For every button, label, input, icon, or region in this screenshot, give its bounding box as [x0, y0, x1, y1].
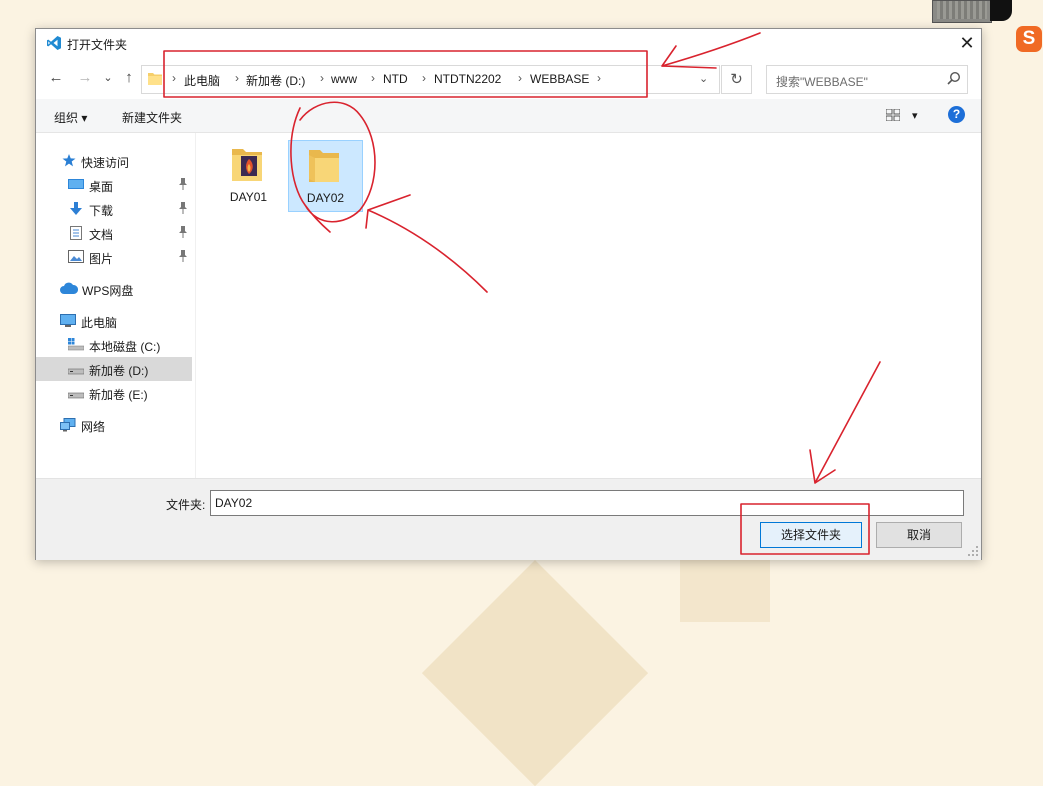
background-block — [680, 560, 770, 622]
download-icon — [70, 202, 82, 215]
sidebar-item-label: 本地磁盘 (C:) — [89, 340, 161, 354]
navigation-bar: ← → ⌄ ↑ › 此电脑 › 新加卷 (D:) › www › NTD › N… — [36, 62, 981, 96]
recent-locations-button[interactable]: ⌄ — [101, 68, 115, 88]
pin-icon[interactable] — [178, 178, 188, 190]
sidebar-item-downloads[interactable]: 下载 — [36, 197, 192, 221]
vscode-icon — [47, 36, 61, 50]
breadcrumb-separator[interactable]: › — [597, 71, 601, 85]
pictures-icon — [68, 250, 84, 263]
search-icon — [947, 71, 961, 85]
resize-grip-icon[interactable] — [967, 545, 979, 557]
search-box[interactable]: 搜索"WEBBASE" — [766, 65, 968, 94]
cloud-icon — [60, 282, 78, 294]
cancel-button[interactable]: 取消 — [876, 522, 962, 548]
folder-name: DAY01 — [229, 190, 268, 204]
sidebar-item-label: 新加卷 (E:) — [89, 388, 148, 402]
refresh-button[interactable]: ↻ — [721, 65, 752, 94]
star-icon — [62, 154, 76, 167]
video-thumbnail — [932, 0, 992, 23]
window-title: 打开文件夹 — [67, 38, 128, 52]
folder-icon — [309, 150, 339, 182]
drive-icon — [68, 392, 84, 399]
forward-button[interactable]: → — [75, 68, 95, 88]
computer-icon — [60, 314, 76, 327]
sidebar-item-label: 此电脑 — [81, 316, 118, 330]
breadcrumb-this-pc[interactable]: 此电脑 — [184, 72, 220, 89]
breadcrumb-separator[interactable]: › — [422, 71, 426, 85]
organize-button[interactable]: 组织 ▾ — [54, 109, 87, 126]
sidebar-item-this-pc[interactable]: 此电脑 — [36, 309, 192, 333]
breadcrumb-ntdtn2202[interactable]: NTDTN2202 — [434, 72, 501, 86]
sidebar-item-label: 文档 — [89, 228, 114, 242]
network-icon — [60, 418, 76, 432]
sidebar-item-label: 新加卷 (D:) — [89, 364, 149, 378]
folder-item-selected[interactable]: DAY02 — [288, 140, 363, 212]
folder-name-input[interactable]: DAY02 — [210, 490, 964, 516]
address-bar[interactable]: › 此电脑 › 新加卷 (D:) › www › NTD › NTDTN2202… — [141, 65, 720, 94]
breadcrumb-drive-d[interactable]: 新加卷 (D:) — [246, 72, 305, 89]
breadcrumb-separator[interactable]: › — [320, 71, 324, 85]
sidebar-item-desktop[interactable]: 桌面 — [36, 173, 192, 197]
sidebar-item-documents[interactable]: 文档 — [36, 221, 192, 245]
breadcrumb-separator[interactable]: › — [235, 71, 239, 85]
back-button[interactable]: ← — [46, 68, 66, 88]
sidebar-item-label: 快速访问 — [81, 156, 130, 170]
breadcrumb-separator[interactable]: › — [371, 71, 375, 85]
title-bar: 打开文件夹 ✕ — [36, 29, 981, 59]
select-folder-button[interactable]: 选择文件夹 — [760, 522, 862, 548]
background-diagonal — [421, 560, 649, 786]
sidebar-item-pictures[interactable]: 图片 — [36, 245, 192, 269]
breadcrumb-separator[interactable]: › — [518, 71, 522, 85]
command-toolbar: 组织 ▾ 新建文件夹 ▾ ? — [36, 99, 981, 133]
sidebar-item-label: 桌面 — [89, 180, 114, 194]
folder-name-value[interactable]: DAY02 — [215, 496, 252, 510]
breadcrumb-ntd[interactable]: NTD — [383, 72, 408, 86]
breadcrumb-separator[interactable]: › — [172, 71, 176, 85]
sidebar-item-label: WPS网盘 — [82, 284, 134, 298]
view-dropdown-icon[interactable]: ▾ — [912, 109, 918, 122]
search-input[interactable]: 搜索"WEBBASE" — [776, 73, 868, 90]
sogou-ime-icon[interactable]: S — [1016, 26, 1042, 52]
sidebar-item-wps-cloud[interactable]: WPS网盘 — [36, 277, 192, 301]
windows-drive-icon — [68, 338, 84, 351]
folder-item[interactable]: DAY01 — [212, 140, 285, 210]
dialog-footer: 文件夹: DAY02 选择文件夹 取消 — [36, 478, 981, 560]
drive-icon — [68, 368, 84, 375]
file-list: DAY01 DAY02 — [195, 133, 982, 478]
breadcrumb-webbase[interactable]: WEBBASE — [530, 72, 589, 86]
sidebar-item-label: 图片 — [89, 252, 114, 266]
folder-name: DAY02 — [306, 191, 345, 205]
folder-field-label: 文件夹: — [166, 498, 206, 512]
up-button[interactable]: ↑ — [119, 68, 139, 88]
folder-icon — [148, 73, 162, 85]
document-icon — [70, 226, 82, 240]
new-folder-button[interactable]: 新建文件夹 — [122, 109, 182, 126]
camera-overlay — [990, 0, 1012, 21]
navigation-pane: 快速访问 桌面 下载 文档 图片 WPS网盘 此电脑 本地磁盘 (C:) 新加卷… — [36, 133, 194, 478]
chevron-down-icon[interactable]: ⌄ — [699, 72, 708, 85]
breadcrumb-www[interactable]: www — [331, 72, 357, 86]
sidebar-item-drive-e[interactable]: 新加卷 (E:) — [36, 381, 192, 405]
view-options-icon[interactable] — [886, 109, 900, 121]
help-icon[interactable]: ? — [948, 106, 965, 123]
sidebar-item-drive-c[interactable]: 本地磁盘 (C:) — [36, 333, 192, 357]
open-folder-dialog: 打开文件夹 ✕ ← → ⌄ ↑ › 此电脑 › 新加卷 (D:) › www ›… — [35, 28, 982, 560]
sidebar-item-label: 网络 — [81, 420, 106, 434]
sidebar-item-drive-d[interactable]: 新加卷 (D:) — [36, 357, 192, 381]
pin-icon[interactable] — [178, 226, 188, 238]
sidebar-item-quick-access[interactable]: 快速访问 — [36, 149, 192, 173]
sidebar-item-label: 下载 — [89, 204, 114, 218]
sidebar-item-network[interactable]: 网络 — [36, 413, 192, 437]
pin-icon[interactable] — [178, 202, 188, 214]
close-button[interactable]: ✕ — [957, 33, 977, 53]
desktop-icon — [68, 179, 84, 189]
media-folder-icon — [232, 149, 262, 181]
pin-icon[interactable] — [178, 250, 188, 262]
